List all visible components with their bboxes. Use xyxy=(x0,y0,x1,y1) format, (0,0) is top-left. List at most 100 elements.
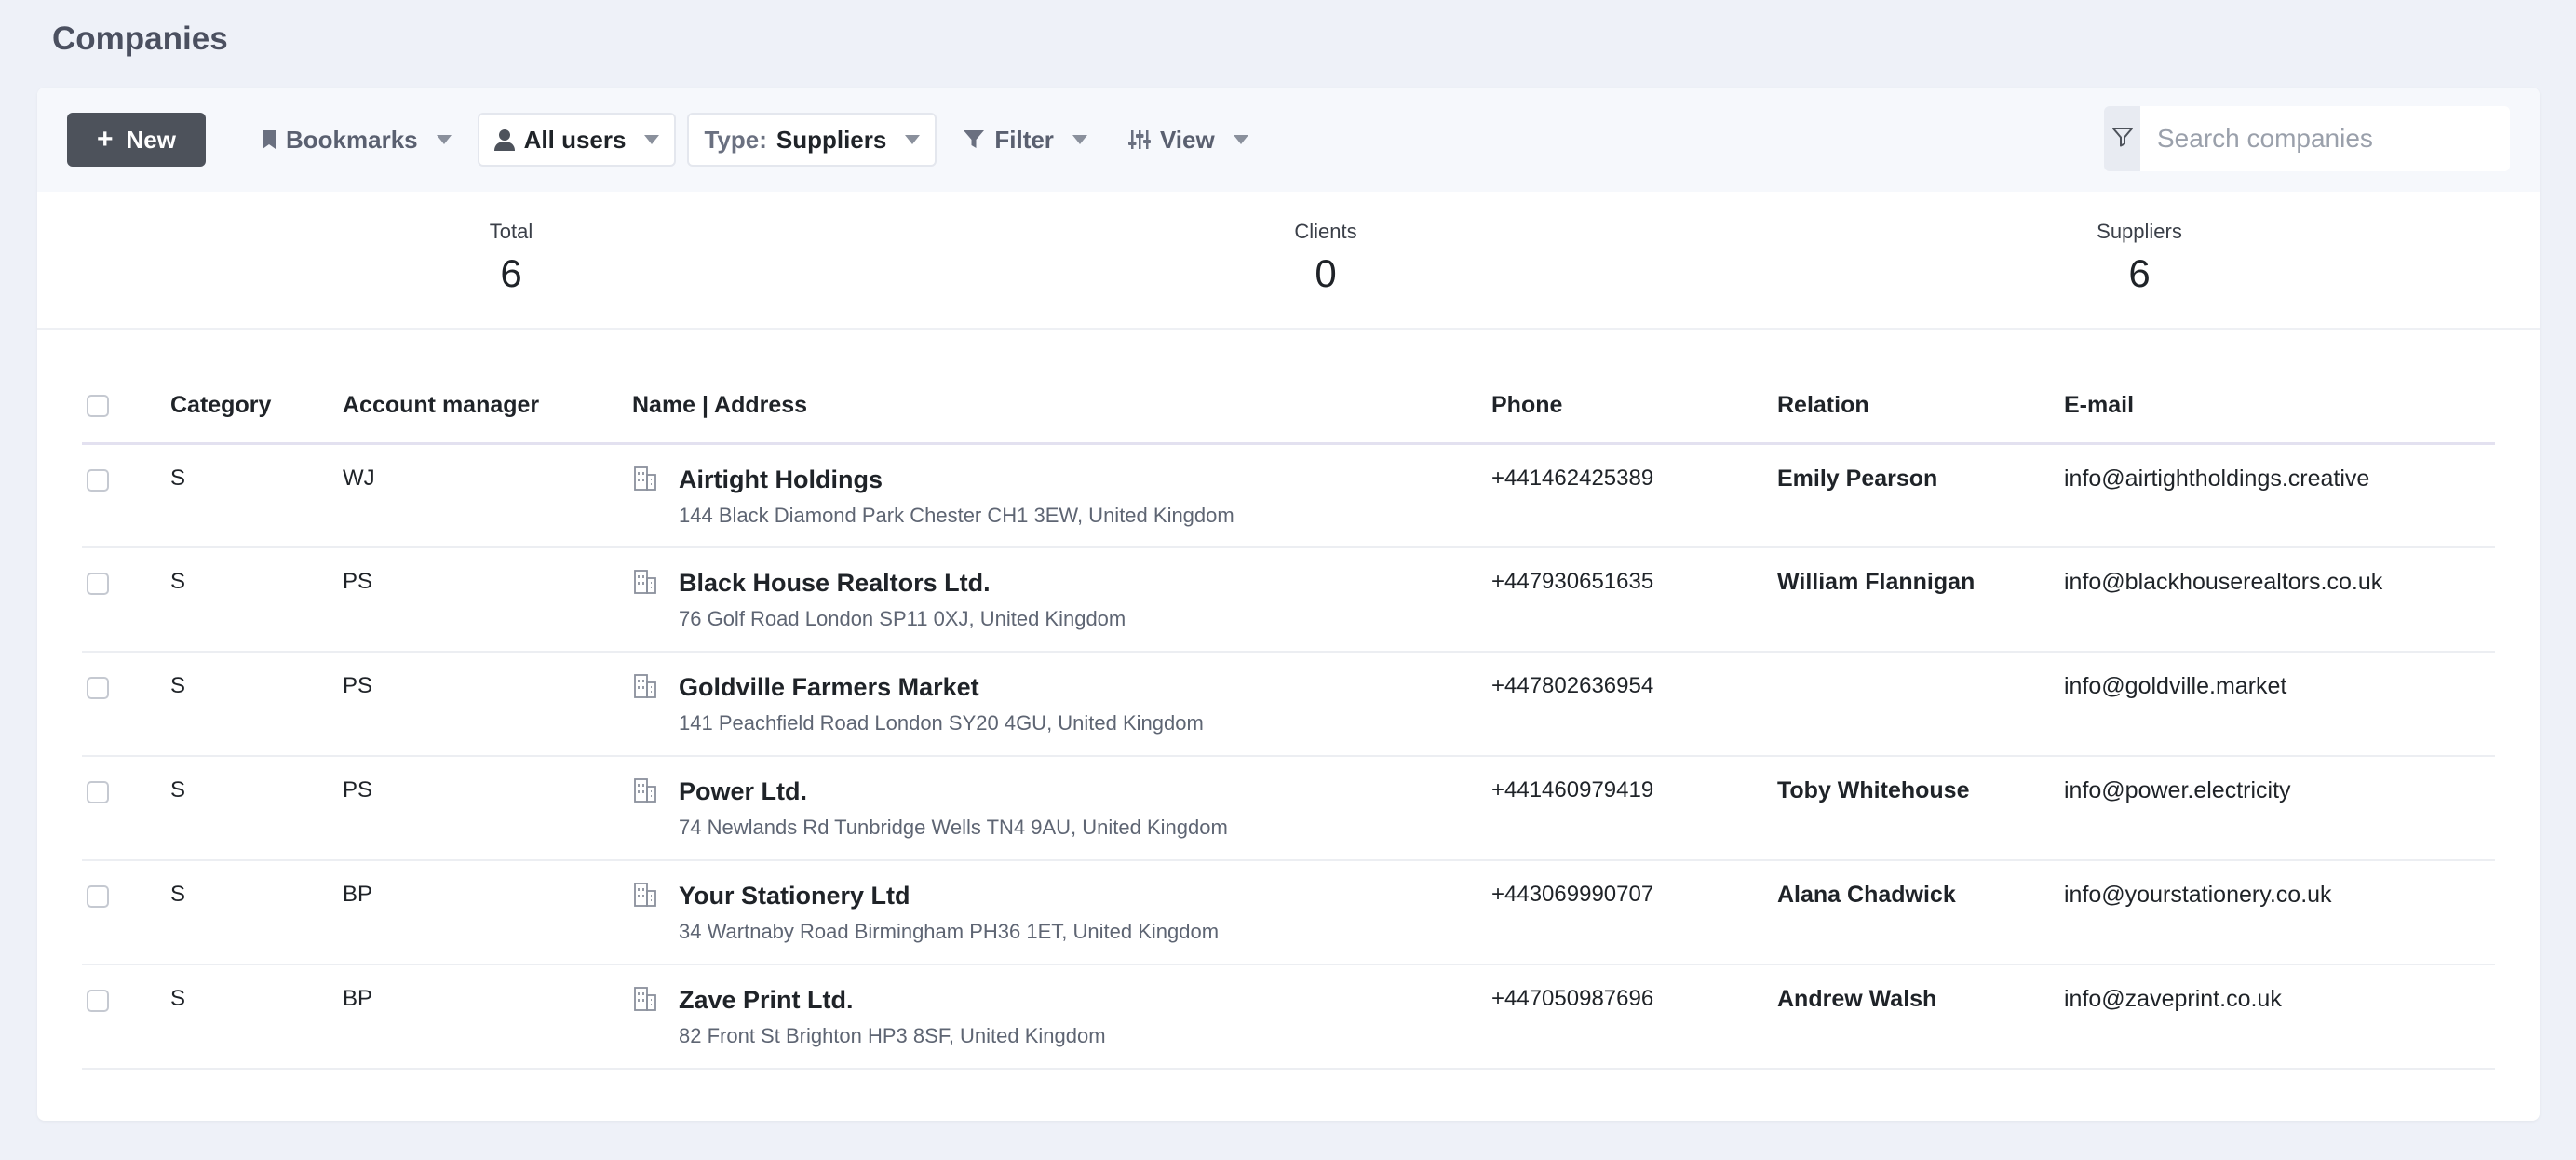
col-category[interactable]: Category xyxy=(170,369,343,445)
view-dropdown[interactable]: View xyxy=(1113,113,1263,167)
stat-clients-value: 0 xyxy=(1315,251,1337,295)
companies-table: Category Account manager Name | Address … xyxy=(82,369,2495,1070)
name-address-cell: Airtight Holdings 144 Black Diamond Park… xyxy=(632,465,1491,528)
company-address: 141 Peachfield Road London SY20 4GU, Uni… xyxy=(679,711,1204,735)
row-email[interactable]: info@zaveprint.co.uk xyxy=(2064,964,2495,1070)
row-category: S xyxy=(170,964,343,1070)
building-icon xyxy=(632,673,658,735)
stat-suppliers: Suppliers 6 xyxy=(2000,220,2279,296)
company-name-link[interactable]: Zave Print Ltd. xyxy=(679,986,1106,1015)
stat-clients: Clients 0 xyxy=(1186,220,1465,296)
chevron-down-icon xyxy=(436,135,452,144)
users-dropdown[interactable]: All users xyxy=(477,113,677,167)
plus-icon: + xyxy=(97,124,114,155)
row-phone[interactable]: +441460979419 xyxy=(1491,756,1777,861)
chevron-down-icon xyxy=(1233,135,1248,144)
row-phone[interactable]: +447802636954 xyxy=(1491,652,1777,757)
table-row[interactable]: S BP Your Stationery Ltd 34 Wartnaby Roa… xyxy=(82,860,2495,965)
row-checkbox[interactable] xyxy=(87,468,109,492)
row-checkbox[interactable] xyxy=(87,885,109,908)
row-account-manager: WJ xyxy=(343,443,632,548)
search-filter-button[interactable] xyxy=(2104,106,2140,171)
company-name-link[interactable]: Power Ltd. xyxy=(679,777,1228,806)
row-relation[interactable]: Emily Pearson xyxy=(1777,443,2064,548)
col-relation[interactable]: Relation xyxy=(1777,369,2064,445)
row-relation[interactable]: Andrew Walsh xyxy=(1777,964,2064,1070)
company-address: 74 Newlands Rd Tunbridge Wells TN4 9AU, … xyxy=(679,816,1228,839)
row-category: S xyxy=(170,443,343,548)
companies-table-wrap: Category Account manager Name | Address … xyxy=(82,369,2495,1070)
search-input[interactable] xyxy=(2140,106,2510,171)
row-email[interactable]: info@airtightholdings.creative xyxy=(2064,443,2495,548)
stat-suppliers-value: 6 xyxy=(2128,251,2151,295)
row-phone[interactable]: +447050987696 xyxy=(1491,964,1777,1070)
table-header-row: Category Account manager Name | Address … xyxy=(82,369,2495,445)
row-relation[interactable]: Toby Whitehouse xyxy=(1777,756,2064,861)
name-address-cell: Zave Print Ltd. 82 Front St Brighton HP3… xyxy=(632,986,1491,1048)
chevron-down-icon xyxy=(644,135,660,144)
row-account-manager: BP xyxy=(343,860,632,965)
building-icon xyxy=(632,986,658,1048)
row-phone[interactable]: +441462425389 xyxy=(1491,443,1777,548)
row-account-manager: PS xyxy=(343,547,632,653)
table-row[interactable]: S WJ Airtight Holdings 144 Black Diamond… xyxy=(82,443,2495,548)
stats-bar: Total 6 Clients 0 Suppliers 6 xyxy=(37,192,2540,330)
row-account-manager: BP xyxy=(343,964,632,1070)
stat-clients-label: Clients xyxy=(1294,220,1357,243)
row-email[interactable]: info@power.electricity xyxy=(2064,756,2495,861)
company-address: 82 Front St Brighton HP3 8SF, United Kin… xyxy=(679,1024,1106,1047)
row-account-manager: PS xyxy=(343,652,632,757)
table-row[interactable]: S PS Goldville Farmers Market 141 Peachf… xyxy=(82,652,2495,757)
row-account-manager: PS xyxy=(343,756,632,861)
search-box xyxy=(2104,106,2510,171)
company-name-link[interactable]: Your Stationery Ltd xyxy=(679,882,1219,910)
view-label: View xyxy=(1159,125,1215,154)
filter-dropdown[interactable]: Filter xyxy=(948,113,1102,167)
col-email[interactable]: E-mail xyxy=(2064,369,2495,445)
company-name-link[interactable]: Goldville Farmers Market xyxy=(679,673,1204,702)
row-email[interactable]: info@yourstationery.co.uk xyxy=(2064,860,2495,965)
stat-suppliers-label: Suppliers xyxy=(2097,220,2182,243)
name-address-cell: Power Ltd. 74 Newlands Rd Tunbridge Well… xyxy=(632,777,1491,840)
company-address: 144 Black Diamond Park Chester CH1 3EW, … xyxy=(679,503,1234,527)
row-phone[interactable]: +443069990707 xyxy=(1491,860,1777,965)
stat-total: Total 6 xyxy=(371,220,651,296)
building-icon xyxy=(632,465,658,528)
bookmarks-dropdown[interactable]: Bookmarks xyxy=(247,113,466,167)
chevron-down-icon xyxy=(1072,135,1087,144)
name-address-cell: Your Stationery Ltd 34 Wartnaby Road Bir… xyxy=(632,882,1491,944)
row-relation[interactable]: William Flannigan xyxy=(1777,547,2064,653)
row-checkbox[interactable] xyxy=(87,990,109,1012)
col-phone[interactable]: Phone xyxy=(1491,369,1777,445)
row-email[interactable]: info@blackhouserealtors.co.uk xyxy=(2064,547,2495,653)
building-icon xyxy=(632,777,658,840)
name-address-cell: Black House Realtors Ltd. 76 Golf Road L… xyxy=(632,569,1491,631)
row-checkbox[interactable] xyxy=(87,781,109,803)
table-row[interactable]: S PS Power Ltd. 74 Newlands Rd Tunbridge… xyxy=(82,756,2495,861)
row-category: S xyxy=(170,652,343,757)
type-dropdown[interactable]: Type: Suppliers xyxy=(687,113,937,167)
table-row[interactable]: S PS Black House Realtors Ltd. 76 Golf R… xyxy=(82,547,2495,653)
type-prefix: Type: xyxy=(704,125,767,154)
new-button[interactable]: + New xyxy=(67,113,206,167)
users-label: All users xyxy=(523,125,627,154)
company-name-link[interactable]: Black House Realtors Ltd. xyxy=(679,569,1126,598)
name-address-cell: Goldville Farmers Market 141 Peachfield … xyxy=(632,673,1491,735)
col-name-address[interactable]: Name | Address xyxy=(632,369,1491,445)
row-phone[interactable]: +447930651635 xyxy=(1491,547,1777,653)
sliders-icon xyxy=(1127,129,1151,150)
row-checkbox[interactable] xyxy=(87,573,109,595)
col-account-manager[interactable]: Account manager xyxy=(343,369,632,445)
company-name-link[interactable]: Airtight Holdings xyxy=(679,465,1234,494)
select-all-checkbox[interactable] xyxy=(87,395,109,418)
table-row[interactable]: S BP Zave Print Ltd. 82 Front St Brighto… xyxy=(82,964,2495,1070)
row-relation[interactable] xyxy=(1777,652,2064,757)
funnel-icon xyxy=(963,129,985,150)
toolbar: + New Bookmarks All users Type: Supplier… xyxy=(37,88,2540,192)
page-title: Companies xyxy=(52,20,228,57)
row-relation[interactable]: Alana Chadwick xyxy=(1777,860,2064,965)
row-category: S xyxy=(170,756,343,861)
row-email[interactable]: info@goldville.market xyxy=(2064,652,2495,757)
row-checkbox[interactable] xyxy=(87,677,109,699)
bookmarks-label: Bookmarks xyxy=(286,125,418,154)
